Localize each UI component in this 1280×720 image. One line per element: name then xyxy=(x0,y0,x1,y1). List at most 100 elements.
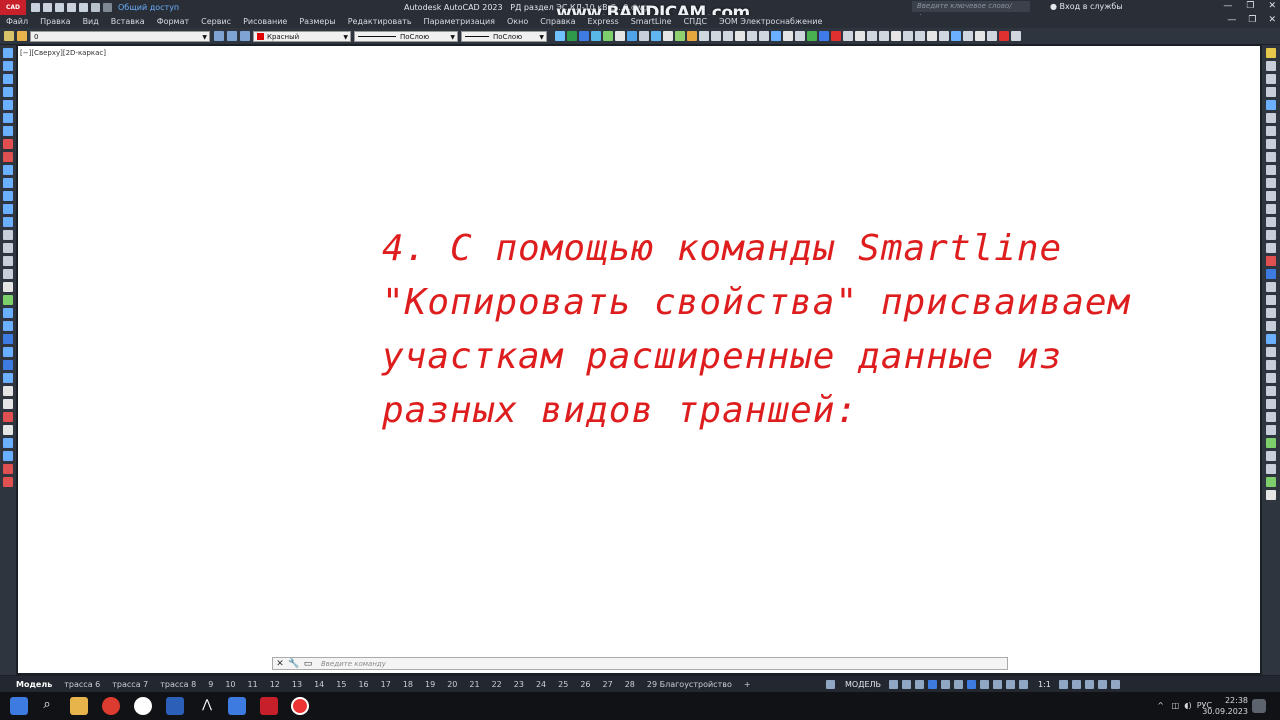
save-icon[interactable] xyxy=(55,3,64,12)
drawing-canvas[interactable]: [−][Сверху][2D-каркас] 4. С помощью кома… xyxy=(18,46,1260,673)
viewport-controls[interactable]: [−][Сверху][2D-каркас] xyxy=(20,49,106,57)
save-disk-icon[interactable] xyxy=(228,697,246,715)
tool-icon[interactable] xyxy=(747,31,757,41)
tab-layout[interactable]: 15 xyxy=(330,680,352,689)
tool-icon[interactable] xyxy=(867,31,877,41)
tab-model[interactable]: Модель xyxy=(10,680,58,689)
tab-layout[interactable]: 23 xyxy=(508,680,530,689)
tool-icon[interactable] xyxy=(1266,464,1276,474)
polygon-tool-icon[interactable] xyxy=(3,87,13,97)
menu-parametric[interactable]: Параметризация xyxy=(424,17,495,26)
tool-icon[interactable] xyxy=(807,31,817,41)
tool-icon[interactable] xyxy=(1266,256,1276,266)
gradient-tool-icon[interactable] xyxy=(3,243,13,253)
add-selected-icon[interactable] xyxy=(3,295,13,305)
app-icon[interactable]: ⋀ xyxy=(198,697,216,715)
tab-layout[interactable]: 27 xyxy=(597,680,619,689)
rectangle-tool-icon[interactable] xyxy=(3,100,13,110)
tool-icon[interactable] xyxy=(663,31,673,41)
snap-icon[interactable] xyxy=(902,679,912,689)
menu-file[interactable]: Файл xyxy=(6,17,28,26)
tool-icon[interactable] xyxy=(3,347,13,357)
bandicam-icon[interactable] xyxy=(291,697,309,715)
tool-icon[interactable] xyxy=(927,31,937,41)
isolate-objects-icon[interactable] xyxy=(1084,679,1094,689)
network-icon[interactable]: ◫ xyxy=(1172,701,1180,710)
tool-icon[interactable] xyxy=(819,31,829,41)
tab-layout[interactable]: 21 xyxy=(463,680,485,689)
tab-layout[interactable]: 20 xyxy=(441,680,463,689)
redo-icon[interactable] xyxy=(103,3,112,12)
tool-icon[interactable] xyxy=(639,31,649,41)
plus-icon[interactable] xyxy=(1071,679,1081,689)
tool-icon[interactable] xyxy=(963,31,973,41)
tool-icon[interactable] xyxy=(999,31,1009,41)
tab-layout[interactable]: 11 xyxy=(242,680,264,689)
tool-icon[interactable] xyxy=(1266,334,1276,344)
layer-isolate-icon[interactable] xyxy=(240,31,250,41)
file-explorer-icon[interactable] xyxy=(70,697,88,715)
insert-block-icon[interactable] xyxy=(3,191,13,201)
login-button[interactable]: ● Вход в службы xyxy=(1050,2,1123,11)
tab-layout[interactable]: 17 xyxy=(375,680,397,689)
selection-cycling-icon[interactable] xyxy=(1006,679,1016,689)
annotation-scale[interactable]: 1:1 xyxy=(1038,680,1051,689)
lineweight-dropdown[interactable]: ПоСлою ▼ xyxy=(461,30,547,42)
join-tool-icon[interactable] xyxy=(1266,204,1276,214)
clean-screen-icon[interactable] xyxy=(1097,679,1107,689)
polyline-tool-icon[interactable] xyxy=(3,74,13,84)
tab-layout[interactable]: трасса 6 xyxy=(58,680,106,689)
clock[interactable]: 22:38 30.09.2023 xyxy=(1202,695,1248,717)
trim-tool-icon[interactable] xyxy=(1266,165,1276,175)
mirror-tool-icon[interactable] xyxy=(1266,74,1276,84)
menu-edit[interactable]: Правка xyxy=(40,17,70,26)
ellipse-arc-tool-icon[interactable] xyxy=(3,178,13,188)
tool-icon[interactable] xyxy=(567,31,577,41)
chamfer-tool-icon[interactable] xyxy=(1266,217,1276,227)
search-input[interactable]: Введите ключевое слово/фразу xyxy=(912,1,1030,21)
ellipse-tool-icon[interactable] xyxy=(3,165,13,175)
tool-icon[interactable] xyxy=(3,386,13,396)
tool-icon[interactable] xyxy=(855,31,865,41)
tool-icon[interactable] xyxy=(3,308,13,318)
command-history-icon[interactable]: ▭ xyxy=(301,659,315,669)
snap-grid-icon[interactable] xyxy=(889,679,899,689)
tab-layout[interactable]: 14 xyxy=(308,680,330,689)
tool-icon[interactable] xyxy=(651,31,661,41)
tab-layout[interactable]: 16 xyxy=(352,680,374,689)
tool-icon[interactable] xyxy=(939,31,949,41)
stretch-tool-icon[interactable] xyxy=(1266,152,1276,162)
color-dropdown[interactable]: Красный ▼ xyxy=(253,30,351,42)
revcloud-tool-icon[interactable] xyxy=(3,139,13,149)
tool-icon[interactable] xyxy=(3,477,13,487)
tool-icon[interactable] xyxy=(1266,295,1276,305)
menu-express[interactable]: Express xyxy=(587,17,618,26)
tool-icon[interactable] xyxy=(3,334,13,344)
lineweight-icon[interactable] xyxy=(980,679,990,689)
tool-icon[interactable] xyxy=(687,31,697,41)
osnap-tracking-icon[interactable] xyxy=(954,679,964,689)
doc-minimize-icon[interactable]: — xyxy=(1227,15,1236,25)
tool-icon[interactable] xyxy=(915,31,925,41)
tab-layout[interactable]: 12 xyxy=(264,680,286,689)
doc-restore-icon[interactable]: ❐ xyxy=(1248,15,1256,25)
tool-icon[interactable] xyxy=(3,399,13,409)
tool-icon[interactable] xyxy=(831,31,841,41)
region-tool-icon[interactable] xyxy=(3,256,13,266)
tool-icon[interactable] xyxy=(3,360,13,370)
construction-line-icon[interactable] xyxy=(3,61,13,71)
grid-icon[interactable] xyxy=(826,679,835,689)
tab-layout[interactable]: 24 xyxy=(530,680,552,689)
point-tool-icon[interactable] xyxy=(3,217,13,227)
menu-modify[interactable]: Редактировать xyxy=(348,17,412,26)
volume-icon[interactable]: ◖) xyxy=(1184,701,1191,710)
annotation-icon[interactable] xyxy=(1019,679,1029,689)
polar-icon[interactable] xyxy=(928,679,938,689)
match-layer-icon[interactable] xyxy=(214,31,224,41)
tool-icon[interactable] xyxy=(3,373,13,383)
explode-tool-icon[interactable] xyxy=(1266,243,1276,253)
arc-tool-icon[interactable] xyxy=(3,113,13,123)
notifications-icon[interactable] xyxy=(1252,699,1266,713)
doc-close-icon[interactable]: ✕ xyxy=(1268,15,1276,25)
tool-icon[interactable] xyxy=(1266,490,1276,500)
